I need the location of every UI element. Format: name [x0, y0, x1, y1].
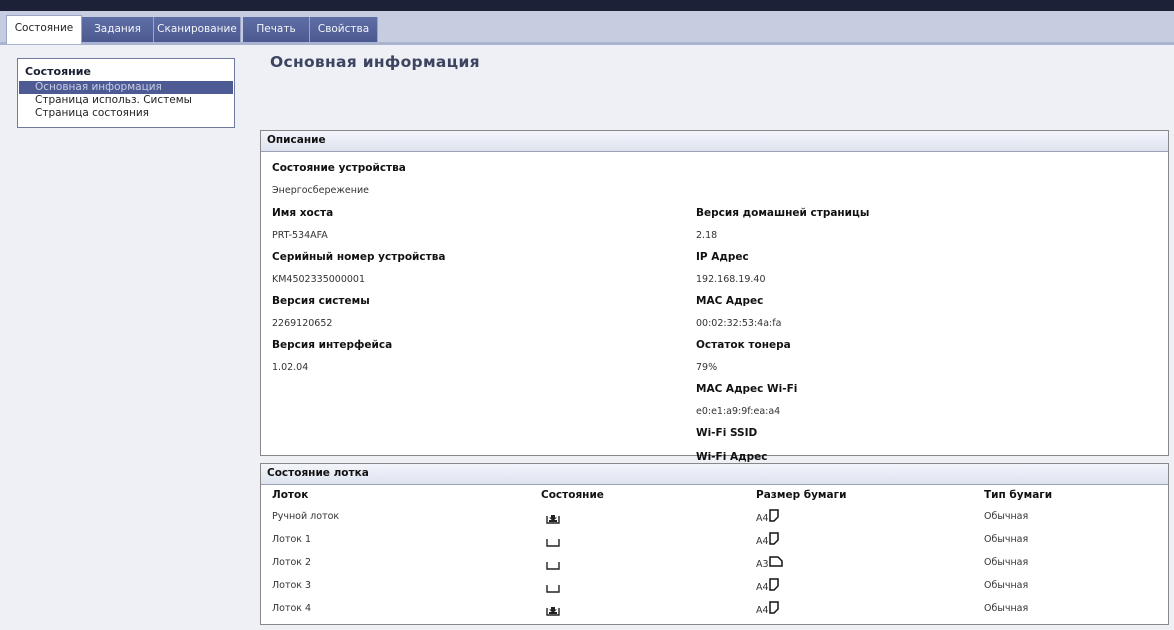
wifi-mac-value: e0:e1:a9:9f:ea:a4: [696, 406, 781, 417]
tray-name-cell: Лоток 4: [272, 603, 312, 614]
serial-value: KM4502335000001: [272, 274, 366, 285]
system-version-value: 2269120652: [272, 318, 333, 329]
tray-low-icon: [546, 515, 560, 524]
hostname-value: PRT-534AFA: [272, 230, 328, 241]
mac-value: 00:02:32:53:4a:fa: [696, 318, 782, 329]
tab-properties[interactable]: Свойства: [310, 17, 378, 42]
column-header-paper-type: Тип бумаги: [984, 489, 1053, 501]
tray-name-cell: Ручной лоток: [272, 511, 340, 522]
homepage-version-label: Версия домашней страницы: [696, 207, 870, 219]
tab-bar: Состояние Задания Сканирование Печать Св…: [0, 11, 1174, 45]
hostname-label: Имя хоста: [272, 207, 334, 219]
paper-portrait-icon: [769, 509, 779, 522]
tray-empty-icon: [546, 562, 560, 570]
paper-portrait-icon: [769, 578, 779, 591]
column-header-paper-size: Размер бумаги: [756, 489, 847, 501]
mac-label: MAC Адрес: [696, 295, 764, 307]
description-panel: Описание Состояние устройства Энергосбер…: [260, 130, 1169, 463]
paper-type-cell: Обычная: [984, 534, 1029, 545]
device-state-value: Энергосбережение: [272, 185, 369, 196]
serial-label: Серийный номер устройства: [272, 251, 446, 263]
paper-type-cell: Обычная: [984, 603, 1029, 614]
tray-empty-icon: [546, 585, 560, 593]
paper-portrait-icon: [769, 601, 779, 614]
sidebar-title: Состояние: [25, 65, 91, 78]
tray-name-cell: Лоток 2: [272, 557, 312, 568]
tray-status-header: Состояние лотка: [261, 464, 1168, 485]
paper-landscape-icon: [769, 556, 783, 567]
paper-portrait-icon: [769, 532, 779, 545]
toner-label: Остаток тонера: [696, 339, 791, 351]
column-header-tray: Лоток: [272, 489, 309, 501]
ip-value: 192.168.19.40: [696, 274, 766, 285]
tray-name-cell: Лоток 3: [272, 580, 312, 591]
system-version-label: Версия системы: [272, 295, 370, 307]
tab-status[interactable]: Состояние: [6, 15, 82, 44]
tray-empty-icon: [546, 539, 560, 547]
sidebar-item-system-usage[interactable]: Страница использ. Системы: [19, 94, 233, 107]
tray-name-cell: Лоток 1: [272, 534, 312, 545]
wifi-ssid-label: Wi-Fi SSID: [696, 427, 758, 439]
paper-size-cell: A4: [756, 536, 769, 547]
wifi-address-label: Wi-Fi Адрес: [696, 451, 768, 463]
tab-jobs[interactable]: Задания: [82, 17, 154, 42]
interface-version-label: Версия интерфейса: [272, 339, 393, 351]
page-title: Основная информация: [270, 53, 480, 71]
sidebar-item-status-page[interactable]: Страница состояния: [19, 107, 233, 120]
paper-size-cell: A3: [756, 559, 769, 570]
tab-scanning[interactable]: Сканирование: [154, 17, 241, 42]
paper-type-cell: Обычная: [984, 511, 1029, 522]
tray-low-icon: [546, 607, 560, 616]
wifi-mac-label: MAC Адрес Wi-Fi: [696, 383, 798, 395]
homepage-version-value: 2.18: [696, 230, 718, 241]
column-header-state: Состояние: [541, 489, 604, 501]
paper-size-cell: A4: [756, 513, 769, 524]
sidebar-item-basic-info[interactable]: Основная информация: [19, 81, 233, 94]
paper-size-cell: A4: [756, 582, 769, 593]
paper-type-cell: Обычная: [984, 580, 1029, 591]
tab-print[interactable]: Печать: [243, 17, 310, 42]
paper-type-cell: Обычная: [984, 557, 1029, 568]
device-state-label: Состояние устройства: [272, 162, 406, 174]
ip-label: IP Адрес: [696, 251, 749, 263]
description-header: Описание: [261, 131, 1168, 152]
interface-version-value: 1.02.04: [272, 362, 309, 373]
top-bar: [0, 0, 1174, 11]
toner-value: 79%: [696, 362, 718, 373]
tray-status-panel: Состояние лотка Лоток Состояние Размер б…: [260, 463, 1169, 625]
sidebar: Состояние Основная информация Страница и…: [17, 58, 235, 128]
paper-size-cell: A4: [756, 605, 769, 616]
